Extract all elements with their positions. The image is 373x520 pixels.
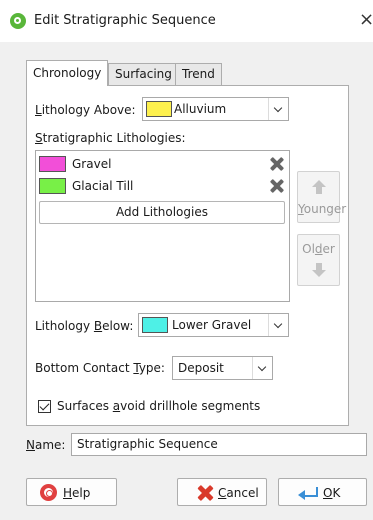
bottom-contact-label: Bottom Contact Type: — [35, 361, 165, 375]
list-item[interactable]: Gravel — [39, 155, 286, 173]
lithology-below-label: Lithology Below: — [35, 319, 134, 333]
arrow-down-icon — [312, 263, 326, 277]
delete-icon[interactable] — [268, 156, 284, 172]
cancel-x-icon — [196, 484, 214, 502]
name-label: Name: — [26, 438, 66, 452]
gravel-swatch — [39, 156, 66, 172]
bottom-contact-select[interactable]: Deposit — [172, 356, 273, 380]
enter-arrow-icon — [298, 486, 318, 500]
younger-button[interactable]: Younger — [297, 171, 347, 223]
cancel-label: Cancel — [218, 486, 259, 500]
list-item-label: Gravel — [72, 157, 112, 171]
older-label: Older — [302, 242, 335, 256]
younger-label: Younger — [298, 202, 347, 216]
tab-chronology[interactable]: Chronology — [26, 60, 109, 86]
help-button[interactable]: Help — [26, 478, 117, 506]
lithology-below-select[interactable]: Lower Gravel — [138, 313, 289, 337]
lifebuoy-icon — [40, 484, 57, 501]
chevron-down-icon[interactable] — [268, 98, 288, 120]
delete-icon[interactable] — [268, 178, 284, 194]
strat-lithologies-list[interactable]: Gravel Glacial Till Add Lithologies — [35, 150, 290, 302]
tab-trend[interactable]: Trend — [175, 63, 222, 85]
avoid-drillholes-label: Surfaces avoid drillhole segments — [57, 399, 261, 413]
strat-lithologies-label: Stratigraphic Lithologies: — [35, 131, 186, 145]
lithology-below-value: Lower Gravel — [172, 318, 252, 332]
close-icon[interactable]: × — [359, 9, 373, 31]
lithology-above-swatch — [146, 101, 172, 117]
window-title: Edit Stratigraphic Sequence — [34, 13, 216, 28]
lithology-above-label: Lithology Above: — [35, 103, 136, 117]
lithology-below-swatch — [142, 317, 168, 333]
list-item[interactable]: Glacial Till — [39, 177, 286, 195]
bottom-contact-value: Deposit — [178, 361, 224, 375]
cancel-button[interactable]: Cancel — [177, 478, 267, 506]
lithology-above-select[interactable]: Alluvium — [142, 97, 289, 121]
ok-button[interactable]: OK — [278, 478, 367, 506]
add-lithologies-button[interactable]: Add Lithologies — [39, 201, 285, 224]
ok-label: OK — [323, 486, 341, 500]
lithology-above-value: Alluvium — [174, 102, 227, 116]
chevron-down-icon[interactable] — [268, 314, 288, 336]
avoid-drillholes-checkbox[interactable] — [38, 400, 51, 413]
name-input[interactable]: Stratigraphic Sequence — [71, 433, 367, 456]
tab-surfacing[interactable]: Surfacing — [108, 63, 179, 85]
app-icon — [10, 13, 26, 29]
glacial-till-swatch — [39, 178, 66, 194]
arrow-up-icon — [312, 180, 326, 194]
list-item-label: Glacial Till — [72, 179, 134, 193]
older-button[interactable]: Older — [297, 234, 340, 286]
help-label: Help — [63, 486, 91, 500]
chevron-down-icon[interactable] — [252, 357, 272, 379]
title-bar: Edit Stratigraphic Sequence × — [0, 0, 373, 42]
